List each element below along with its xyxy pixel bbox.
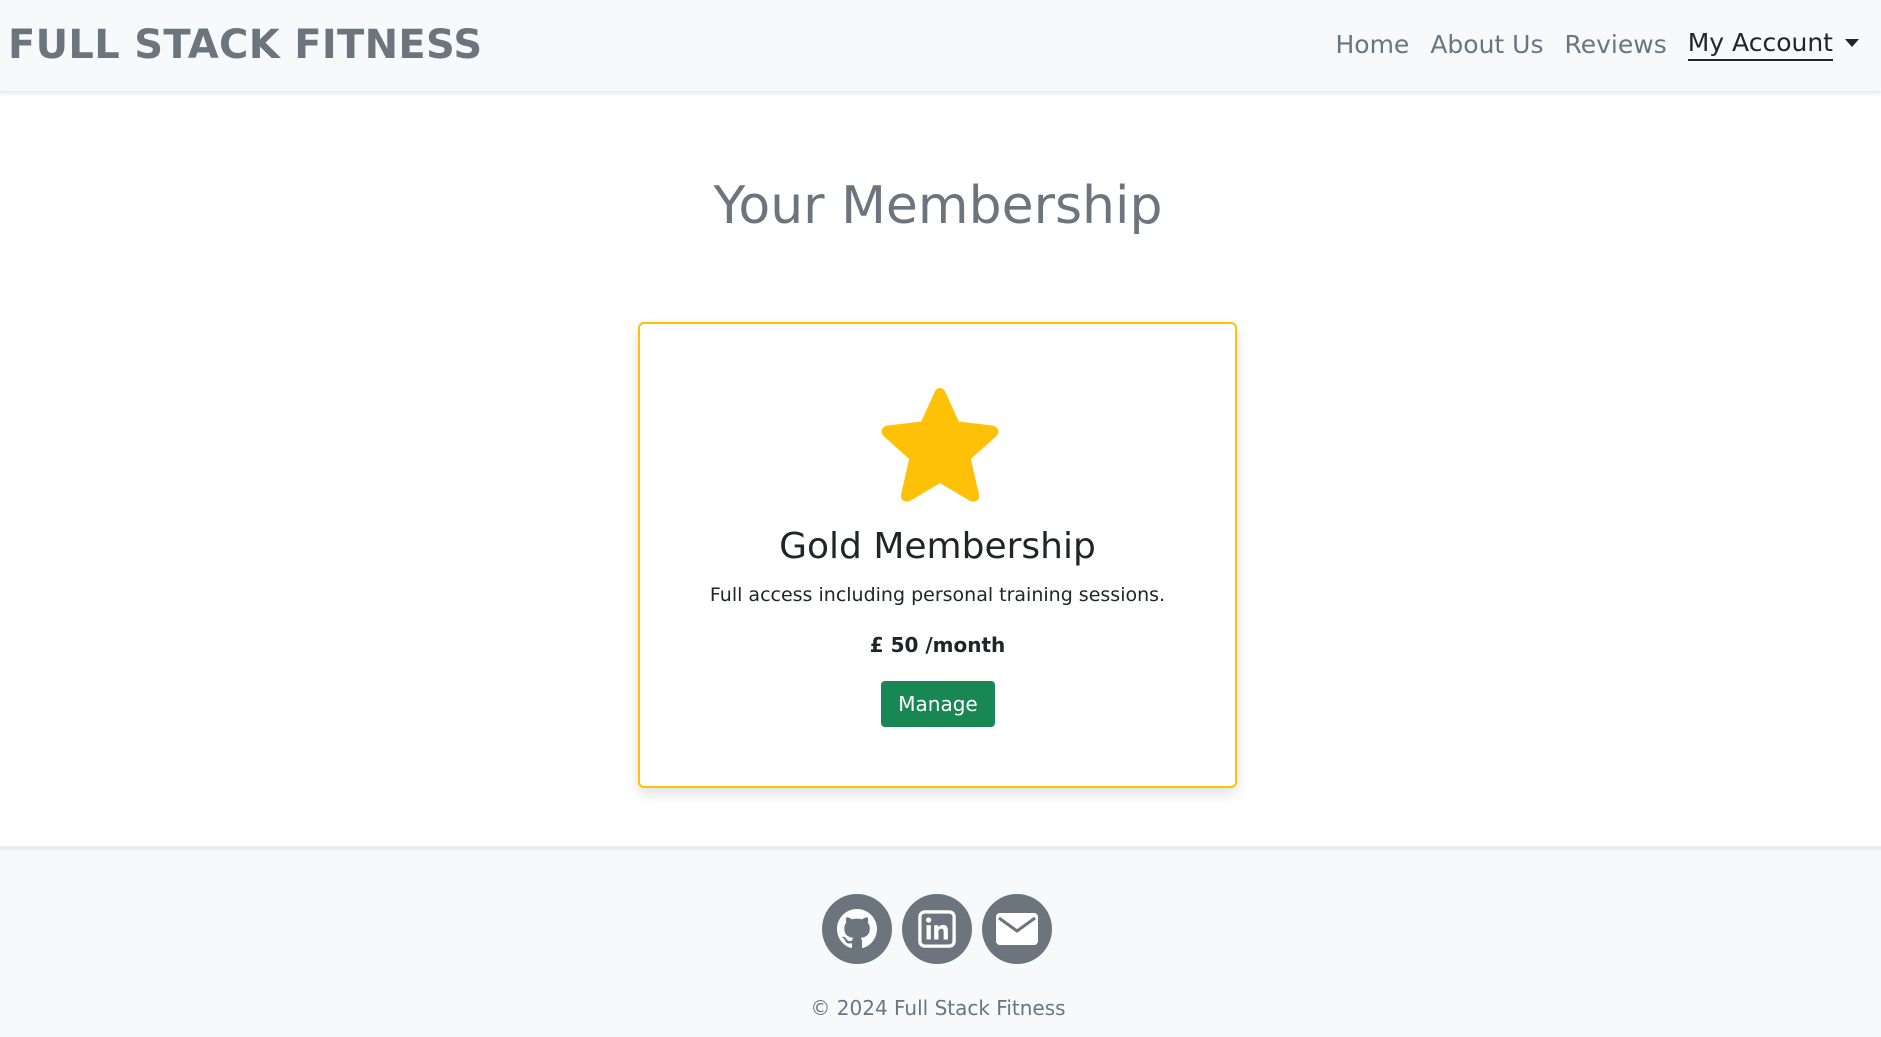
star-icon bbox=[881, 388, 999, 502]
membership-description: Full access including personal training … bbox=[709, 584, 1166, 606]
nav-link-reviews[interactable]: Reviews bbox=[1565, 30, 1667, 59]
footer: © 2024 Full Stack Fitness bbox=[0, 846, 1881, 1037]
brand-logo[interactable]: FULL STACK FITNESS bbox=[8, 22, 482, 68]
nav-link-account[interactable]: My Account bbox=[1687, 28, 1833, 61]
membership-card: Gold Membership Full access including pe… bbox=[638, 322, 1237, 788]
account-dropdown[interactable]: My Account bbox=[1687, 28, 1859, 61]
nav-link-home[interactable]: Home bbox=[1335, 30, 1409, 59]
github-link[interactable] bbox=[822, 894, 892, 964]
github-icon bbox=[837, 909, 877, 949]
linkedin-link[interactable] bbox=[902, 894, 972, 964]
manage-button[interactable]: Manage bbox=[881, 681, 995, 727]
caret-down-icon[interactable] bbox=[1845, 38, 1859, 47]
email-link[interactable] bbox=[982, 894, 1052, 964]
navbar: FULL STACK FITNESS Home About Us Reviews… bbox=[0, 0, 1881, 92]
page-title: Your Membership bbox=[713, 176, 1163, 236]
nav-link-about[interactable]: About Us bbox=[1430, 30, 1543, 59]
envelope-icon bbox=[996, 913, 1038, 945]
membership-price: £ 50 /month bbox=[869, 633, 1006, 657]
linkedin-icon bbox=[918, 910, 956, 948]
membership-name: Gold Membership bbox=[779, 526, 1096, 567]
copyright-text: © 2024 Full Stack Fitness bbox=[810, 996, 1066, 1020]
social-links bbox=[822, 894, 1052, 964]
nav-menu: Home About Us Reviews My Account bbox=[1335, 28, 1859, 61]
